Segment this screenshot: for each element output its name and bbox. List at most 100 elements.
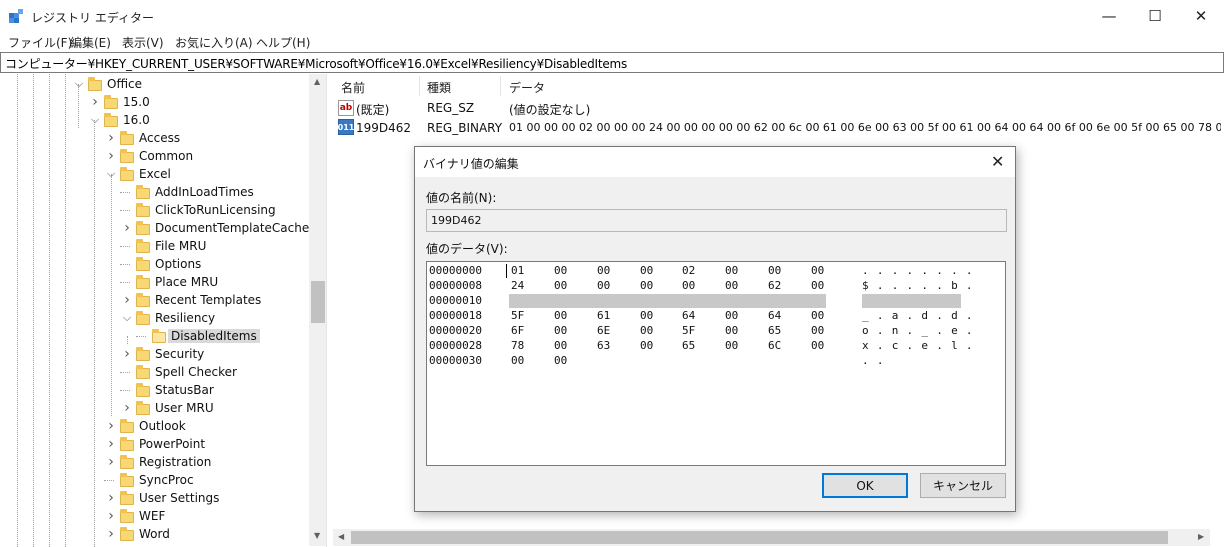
folder-icon: [136, 293, 150, 307]
tree-node-label: SyncProc: [139, 473, 194, 487]
tree-node-office[interactable]: ⌵ Office: [0, 75, 309, 93]
collapse-chevron-icon[interactable]: ⌵: [90, 113, 100, 126]
expand-chevron-icon[interactable]: ›: [106, 508, 116, 524]
tree-node-wef[interactable]: › WEF: [0, 507, 309, 525]
tree-node-label: WEF: [139, 509, 166, 523]
collapse-chevron-icon[interactable]: ⌵: [106, 167, 116, 180]
tree-node-place-mru[interactable]: Place MRU: [0, 273, 309, 291]
ok-button[interactable]: OK: [822, 473, 908, 498]
tree-node-file-mru[interactable]: File MRU: [0, 237, 309, 255]
maximize-button[interactable]: ☐: [1132, 0, 1178, 32]
hex-byte: 00: [725, 339, 739, 352]
expand-chevron-icon[interactable]: ›: [106, 436, 116, 452]
tree-node-resiliency[interactable]: ⌵ Resiliency: [0, 309, 309, 327]
hex-byte: 02: [682, 264, 696, 277]
address-bar[interactable]: コンピューター¥HKEY_CURRENT_USER¥SOFTWARE¥Micro…: [0, 52, 1224, 73]
scroll-down-icon[interactable]: ▼: [314, 531, 320, 540]
tree-node-label: User Settings: [139, 491, 220, 505]
tree-node-label: Outlook: [139, 419, 186, 433]
column-divider[interactable]: [500, 76, 501, 96]
collapse-chevron-icon[interactable]: ⌵: [74, 77, 84, 90]
tree-node-label: Place MRU: [155, 275, 219, 289]
tree-node-registration[interactable]: › Registration: [0, 453, 309, 471]
tree-node-documenttemplatecache[interactable]: › DocumentTemplateCache: [0, 219, 309, 237]
hex-byte: 65: [682, 339, 696, 352]
tree-node-excel[interactable]: ⌵ Excel: [0, 165, 309, 183]
close-button[interactable]: ✕: [1178, 0, 1224, 32]
expand-chevron-icon[interactable]: ›: [106, 526, 116, 542]
scroll-left-icon[interactable]: ◀: [338, 532, 344, 541]
open-folder-icon: [152, 329, 166, 343]
column-header-type[interactable]: 種類: [427, 79, 451, 96]
expand-chevron-icon[interactable]: ›: [106, 490, 116, 506]
tree-node-disableditems[interactable]: DisabledItems: [0, 327, 309, 345]
expand-chevron-icon[interactable]: ›: [106, 454, 116, 470]
folder-icon: [104, 113, 118, 127]
expand-chevron-icon[interactable]: ›: [122, 220, 132, 236]
expand-chevron-icon[interactable]: ›: [106, 418, 116, 434]
tree-guide-line: [120, 210, 130, 211]
dialog-title: バイナリ値の編集: [423, 157, 519, 171]
value-name-label: 値の名前(N):: [426, 191, 497, 205]
registry-editor-icon: [9, 9, 23, 23]
expand-chevron-icon[interactable]: ›: [122, 292, 132, 308]
hex-byte: 6C: [768, 339, 782, 352]
tree-node-spell-checker[interactable]: Spell Checker: [0, 363, 309, 381]
expand-chevron-icon[interactable]: ›: [106, 130, 116, 146]
value-data: 01 00 00 00 02 00 00 00 24 00 00 00 00 0…: [509, 121, 1221, 134]
tree-node-label: Common: [139, 149, 194, 163]
tree-node-outlook[interactable]: › Outlook: [0, 417, 309, 435]
tree-node-options[interactable]: Options: [0, 255, 309, 273]
hex-byte: 6E: [597, 324, 611, 337]
column-header-name[interactable]: 名前: [341, 79, 365, 96]
column-header-data[interactable]: データ: [509, 79, 545, 96]
tree-node-access[interactable]: › Access: [0, 129, 309, 147]
hex-byte: 00: [597, 264, 611, 277]
expand-chevron-icon[interactable]: ›: [90, 94, 100, 110]
menu-help[interactable]: ヘルプ(H): [256, 34, 310, 51]
tree-guide-line: [120, 246, 130, 247]
tree-node-common[interactable]: › Common: [0, 147, 309, 165]
expand-chevron-icon[interactable]: ›: [122, 400, 132, 416]
folder-icon: [88, 77, 102, 91]
hex-editor[interactable]: 00000000 01 00 00 00 02 00 00 00. . . . . . . .0…: [426, 261, 1006, 466]
tree-node-word[interactable]: › Word: [0, 525, 309, 543]
window-title: レジストリ エディター: [31, 11, 154, 25]
hex-byte: 00: [511, 354, 525, 367]
hex-ascii: . . . . . . . .: [862, 264, 974, 277]
hex-address: 00000028: [429, 339, 482, 352]
hex-byte: 63: [597, 339, 611, 352]
hex-byte: 64: [768, 309, 782, 322]
tree-node-user-mru[interactable]: › User MRU: [0, 399, 309, 417]
menu-favorites[interactable]: お気に入り(A): [175, 34, 253, 51]
tree-scrollbar-thumb[interactable]: [311, 281, 325, 323]
tree-node-label: 15.0: [123, 95, 150, 109]
tree-node-label: StatusBar: [155, 383, 214, 397]
tree-node-16-0[interactable]: ⌵ 16.0: [0, 111, 309, 129]
dialog-close-icon[interactable]: ✕: [991, 152, 1004, 171]
scroll-right-icon[interactable]: ▶: [1198, 532, 1204, 541]
tree-node-powerpoint[interactable]: › PowerPoint: [0, 435, 309, 453]
hex-byte: 00: [725, 279, 739, 292]
tree-node-user-settings[interactable]: › User Settings: [0, 489, 309, 507]
tree-node-clicktorunlicensing[interactable]: ClickToRunLicensing: [0, 201, 309, 219]
menu-view[interactable]: 表示(V): [122, 34, 164, 51]
dialog-title-bar: バイナリ値の編集 ✕: [415, 147, 1015, 177]
collapse-chevron-icon[interactable]: ⌵: [122, 311, 132, 324]
tree-node-15-0[interactable]: › 15.0: [0, 93, 309, 111]
tree-guide-line: [120, 282, 130, 283]
column-divider[interactable]: [419, 76, 420, 96]
tree-node-addinloadtimes[interactable]: AddInLoadTimes: [0, 183, 309, 201]
tree-node-recent-templates[interactable]: › Recent Templates: [0, 291, 309, 309]
menu-edit[interactable]: 編集(E): [70, 34, 111, 51]
tree-node-syncproc[interactable]: SyncProc: [0, 471, 309, 489]
expand-chevron-icon[interactable]: ›: [106, 148, 116, 164]
scroll-up-icon[interactable]: ▲: [314, 77, 320, 86]
minimize-button[interactable]: —: [1086, 0, 1132, 32]
tree-node-statusbar[interactable]: StatusBar: [0, 381, 309, 399]
expand-chevron-icon[interactable]: ›: [122, 346, 132, 362]
cancel-button[interactable]: キャンセル: [920, 473, 1006, 498]
menu-file[interactable]: ファイル(F): [8, 34, 72, 51]
tree-node-security[interactable]: › Security: [0, 345, 309, 363]
list-scrollbar-thumb[interactable]: [351, 531, 1168, 544]
